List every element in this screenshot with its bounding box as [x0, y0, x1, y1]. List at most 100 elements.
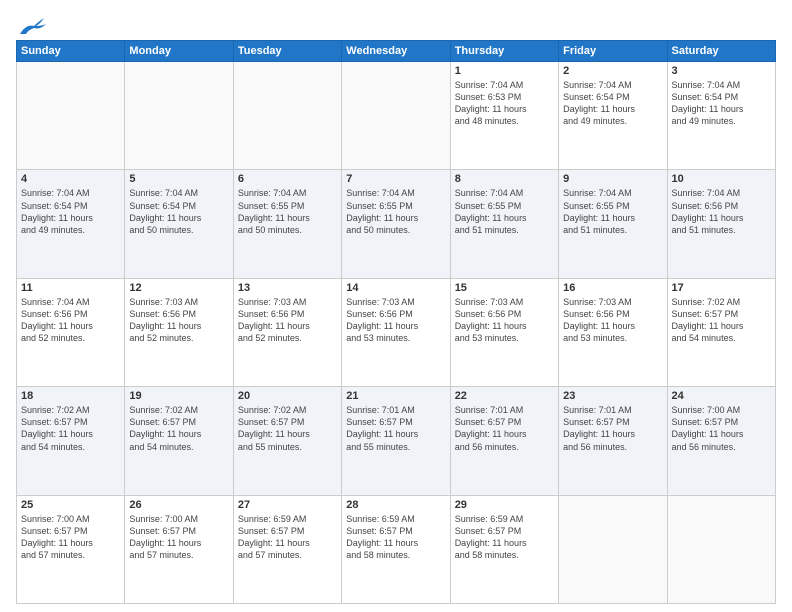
calendar-cell: 23 Sunrise: 7:01 AMSunset: 6:57 PMDayligh…: [559, 387, 667, 495]
day-number: 5: [129, 173, 228, 185]
day-number: 8: [455, 173, 554, 185]
day-number: 18: [21, 390, 120, 402]
calendar-cell: 7 Sunrise: 7:04 AMSunset: 6:55 PMDaylight…: [342, 170, 450, 278]
day-info: Sunrise: 7:04 AMSunset: 6:54 PMDaylight:…: [21, 187, 120, 236]
calendar-cell: [667, 495, 775, 603]
day-info: Sunrise: 7:01 AMSunset: 6:57 PMDaylight:…: [563, 404, 662, 453]
calendar-cell: 5 Sunrise: 7:04 AMSunset: 6:54 PMDaylight…: [125, 170, 233, 278]
calendar-cell: 18 Sunrise: 7:02 AMSunset: 6:57 PMDayligh…: [17, 387, 125, 495]
calendar-cell: 16 Sunrise: 7:03 AMSunset: 6:56 PMDayligh…: [559, 278, 667, 386]
day-info: Sunrise: 7:04 AMSunset: 6:53 PMDaylight:…: [455, 79, 554, 128]
calendar-cell: 11 Sunrise: 7:04 AMSunset: 6:56 PMDayligh…: [17, 278, 125, 386]
day-number: 4: [21, 173, 120, 185]
day-info: Sunrise: 7:04 AMSunset: 6:54 PMDaylight:…: [563, 79, 662, 128]
calendar-week-row: 11 Sunrise: 7:04 AMSunset: 6:56 PMDayligh…: [17, 278, 776, 386]
calendar-cell: 21 Sunrise: 7:01 AMSunset: 6:57 PMDayligh…: [342, 387, 450, 495]
day-number: 2: [563, 65, 662, 77]
day-info: Sunrise: 6:59 AMSunset: 6:57 PMDaylight:…: [455, 513, 554, 562]
day-number: 24: [672, 390, 771, 402]
weekday-header-saturday: Saturday: [667, 41, 775, 62]
day-number: 11: [21, 282, 120, 294]
day-info: Sunrise: 7:04 AMSunset: 6:54 PMDaylight:…: [672, 79, 771, 128]
calendar-week-row: 25 Sunrise: 7:00 AMSunset: 6:57 PMDayligh…: [17, 495, 776, 603]
day-number: 22: [455, 390, 554, 402]
day-number: 6: [238, 173, 337, 185]
calendar-cell: [559, 495, 667, 603]
day-info: Sunrise: 7:02 AMSunset: 6:57 PMDaylight:…: [129, 404, 228, 453]
day-number: 23: [563, 390, 662, 402]
calendar-cell: [125, 62, 233, 170]
day-info: Sunrise: 7:00 AMSunset: 6:57 PMDaylight:…: [129, 513, 228, 562]
weekday-header-wednesday: Wednesday: [342, 41, 450, 62]
calendar-cell: 28Sunrise: 6:59 AMSunset: 6:57 PMDayligh…: [342, 495, 450, 603]
calendar-cell: 12 Sunrise: 7:03 AMSunset: 6:56 PMDayligh…: [125, 278, 233, 386]
day-info: Sunrise: 7:03 AMSunset: 6:56 PMDaylight:…: [129, 296, 228, 345]
day-info: Sunrise: 7:01 AMSunset: 6:57 PMDaylight:…: [455, 404, 554, 453]
day-number: 27: [238, 499, 337, 511]
calendar-cell: 3 Sunrise: 7:04 AMSunset: 6:54 PMDaylight…: [667, 62, 775, 170]
calendar-cell: [342, 62, 450, 170]
calendar-cell: 2 Sunrise: 7:04 AMSunset: 6:54 PMDaylight…: [559, 62, 667, 170]
day-number: 20: [238, 390, 337, 402]
day-info: Sunrise: 7:02 AMSunset: 6:57 PMDaylight:…: [672, 296, 771, 345]
day-info: Sunrise: 7:02 AMSunset: 6:57 PMDaylight:…: [21, 404, 120, 453]
calendar-cell: 17 Sunrise: 7:02 AMSunset: 6:57 PMDayligh…: [667, 278, 775, 386]
calendar-table: SundayMondayTuesdayWednesdayThursdayFrid…: [16, 40, 776, 604]
day-info: Sunrise: 7:04 AMSunset: 6:55 PMDaylight:…: [563, 187, 662, 236]
calendar-cell: 13Sunrise: 7:03 AMSunset: 6:56 PMDayligh…: [233, 278, 341, 386]
day-number: 15: [455, 282, 554, 294]
day-info: Sunrise: 6:59 AMSunset: 6:57 PMDaylight:…: [238, 513, 337, 562]
calendar-cell: 9Sunrise: 7:04 AMSunset: 6:55 PMDaylight…: [559, 170, 667, 278]
calendar-cell: [17, 62, 125, 170]
calendar-cell: 27 Sunrise: 6:59 AMSunset: 6:57 PMDayligh…: [233, 495, 341, 603]
day-number: 12: [129, 282, 228, 294]
day-number: 10: [672, 173, 771, 185]
day-info: Sunrise: 7:02 AMSunset: 6:57 PMDaylight:…: [238, 404, 337, 453]
calendar-cell: 24 Sunrise: 7:00 AMSunset: 6:57 PMDayligh…: [667, 387, 775, 495]
calendar-cell: 29 Sunrise: 6:59 AMSunset: 6:57 PMDayligh…: [450, 495, 558, 603]
day-number: 7: [346, 173, 445, 185]
calendar-cell: 1 Sunrise: 7:04 AMSunset: 6:53 PMDaylight…: [450, 62, 558, 170]
weekday-header-thursday: Thursday: [450, 41, 558, 62]
day-number: 29: [455, 499, 554, 511]
day-info: Sunrise: 7:03 AMSunset: 6:56 PMDaylight:…: [346, 296, 445, 345]
day-number: 1: [455, 65, 554, 77]
logo: [16, 16, 46, 32]
weekday-header-tuesday: Tuesday: [233, 41, 341, 62]
calendar-cell: 14Sunrise: 7:03 AMSunset: 6:56 PMDayligh…: [342, 278, 450, 386]
day-number: 17: [672, 282, 771, 294]
calendar-week-row: 4 Sunrise: 7:04 AMSunset: 6:54 PMDaylight…: [17, 170, 776, 278]
day-info: Sunrise: 7:00 AMSunset: 6:57 PMDaylight:…: [672, 404, 771, 453]
day-info: Sunrise: 7:03 AMSunset: 6:56 PMDaylight:…: [238, 296, 337, 345]
day-info: Sunrise: 7:04 AMSunset: 6:56 PMDaylight:…: [672, 187, 771, 236]
day-info: Sunrise: 7:03 AMSunset: 6:56 PMDaylight:…: [563, 296, 662, 345]
calendar-cell: 26 Sunrise: 7:00 AMSunset: 6:57 PMDayligh…: [125, 495, 233, 603]
calendar-cell: [233, 62, 341, 170]
calendar-cell: 25 Sunrise: 7:00 AMSunset: 6:57 PMDayligh…: [17, 495, 125, 603]
header: [16, 16, 776, 32]
day-number: 3: [672, 65, 771, 77]
calendar-cell: 6Sunrise: 7:04 AMSunset: 6:55 PMDaylight…: [233, 170, 341, 278]
calendar-week-row: 18 Sunrise: 7:02 AMSunset: 6:57 PMDayligh…: [17, 387, 776, 495]
day-number: 16: [563, 282, 662, 294]
calendar-header-row: SundayMondayTuesdayWednesdayThursdayFrid…: [17, 41, 776, 62]
day-info: Sunrise: 7:04 AMSunset: 6:54 PMDaylight:…: [129, 187, 228, 236]
day-info: Sunrise: 7:04 AMSunset: 6:55 PMDaylight:…: [346, 187, 445, 236]
day-info: Sunrise: 7:04 AMSunset: 6:55 PMDaylight:…: [455, 187, 554, 236]
day-info: Sunrise: 7:04 AMSunset: 6:56 PMDaylight:…: [21, 296, 120, 345]
calendar-cell: 20 Sunrise: 7:02 AMSunset: 6:57 PMDayligh…: [233, 387, 341, 495]
day-info: Sunrise: 7:00 AMSunset: 6:57 PMDaylight:…: [21, 513, 120, 562]
day-number: 19: [129, 390, 228, 402]
weekday-header-sunday: Sunday: [17, 41, 125, 62]
day-number: 21: [346, 390, 445, 402]
day-number: 28: [346, 499, 445, 511]
weekday-header-friday: Friday: [559, 41, 667, 62]
logo-bird-icon: [18, 16, 46, 36]
weekday-header-monday: Monday: [125, 41, 233, 62]
calendar-week-row: 1 Sunrise: 7:04 AMSunset: 6:53 PMDaylight…: [17, 62, 776, 170]
day-info: Sunrise: 7:01 AMSunset: 6:57 PMDaylight:…: [346, 404, 445, 453]
day-number: 25: [21, 499, 120, 511]
day-info: Sunrise: 7:03 AMSunset: 6:56 PMDaylight:…: [455, 296, 554, 345]
page: SundayMondayTuesdayWednesdayThursdayFrid…: [0, 0, 792, 612]
day-number: 26: [129, 499, 228, 511]
